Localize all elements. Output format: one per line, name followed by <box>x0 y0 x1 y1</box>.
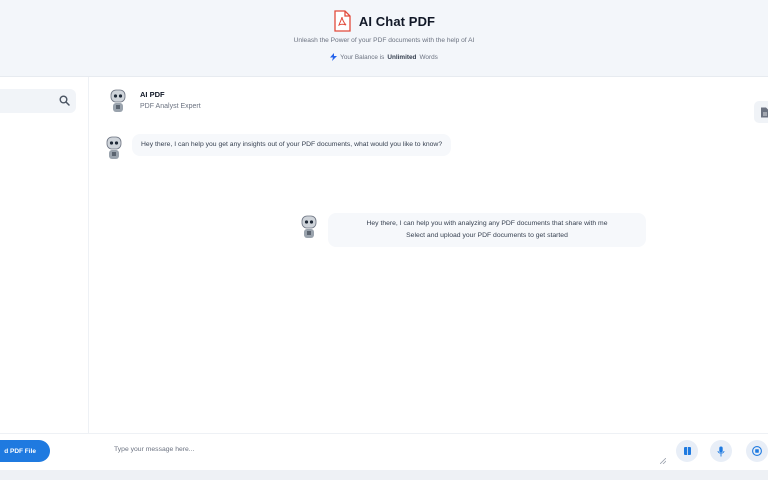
sidebar-search[interactable] <box>0 89 76 113</box>
robot-avatar <box>110 89 126 112</box>
balance-suffix: Words <box>419 53 438 61</box>
app-header: AI Chat PDF Unleash the Power of your PD… <box>0 0 768 76</box>
voice-input-button[interactable] <box>710 440 732 462</box>
document-icon[interactable] <box>760 107 768 118</box>
message-line: Select and upload your PDF documents to … <box>406 232 568 239</box>
balance-value: Unlimited <box>387 53 417 61</box>
balance-line: Your Balance is Unlimited Words <box>0 53 768 61</box>
brand: AI Chat PDF <box>0 10 768 32</box>
stop-icon[interactable] <box>752 446 762 456</box>
microphone-icon[interactable] <box>717 446 725 457</box>
document-button[interactable] <box>754 101 768 123</box>
bottom-strip <box>0 470 768 480</box>
robot-avatar <box>106 136 122 159</box>
stop-button[interactable] <box>746 440 768 462</box>
book-icon[interactable] <box>683 446 692 456</box>
lightning-bolt-icon <box>330 53 338 61</box>
upload-pdf-button[interactable]: d PDF File <box>0 440 50 462</box>
sidebar <box>0 77 89 433</box>
chat-header: AI PDF PDF Analyst Expert <box>104 87 768 123</box>
app-title: AI Chat PDF <box>358 13 436 29</box>
pdf-file-icon <box>334 10 351 32</box>
message-line: Hey there, I can help you with analyzing… <box>366 220 608 227</box>
balance-prefix: Your Balance is <box>340 53 385 61</box>
library-button[interactable] <box>676 440 698 462</box>
robot-avatar <box>301 215 317 238</box>
search-icon[interactable] <box>59 95 70 106</box>
assistant-name: AI PDF <box>140 90 165 99</box>
message-input[interactable] <box>108 438 668 466</box>
assistant-message: Hey there, I can help you with analyzing… <box>328 213 646 247</box>
main-panel: AI PDF PDF Analyst Expert Hey there, I c… <box>0 76 768 472</box>
resize-grip-icon[interactable] <box>660 458 666 464</box>
composer: d PDF File <box>0 433 768 472</box>
assistant-role: PDF Analyst Expert <box>140 103 201 110</box>
app-subtitle: Unleash the Power of your PDF documents … <box>293 37 475 44</box>
assistant-message: Hey there, I can help you get any insigh… <box>132 134 452 156</box>
